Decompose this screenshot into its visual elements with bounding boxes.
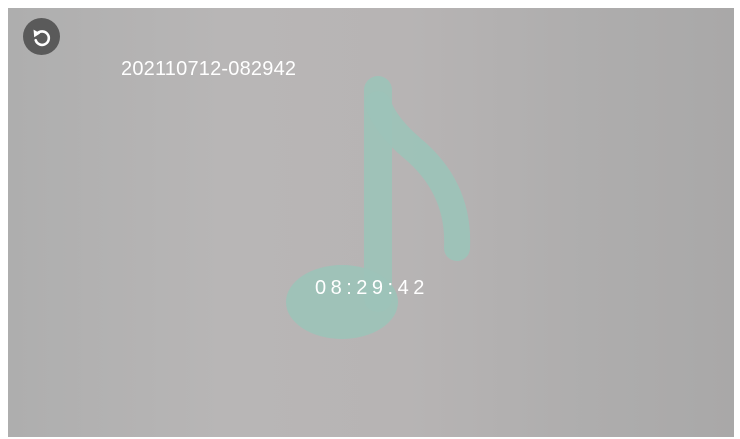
undo-arrow-icon: [33, 29, 50, 46]
back-button[interactable]: [23, 18, 60, 55]
music-note-icon: [286, 76, 471, 339]
player-screen: 202110712-082942 08:29:42: [8, 8, 734, 437]
recording-name: 202110712-082942: [121, 58, 297, 80]
recording-time: 08:29:42: [315, 277, 429, 299]
